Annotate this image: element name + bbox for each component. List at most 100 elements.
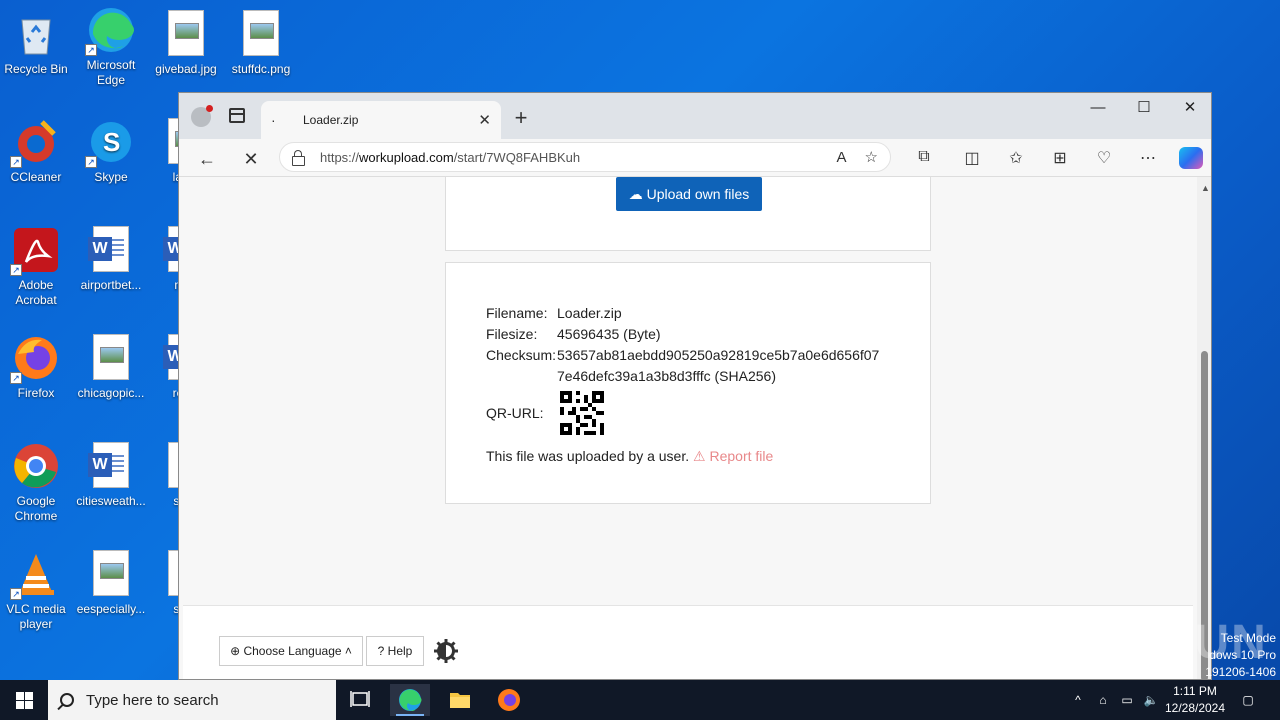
upload-own-files-button[interactable]: ☁ Upload own files bbox=[616, 177, 762, 211]
desktop-icon-label: CCleaner bbox=[10, 170, 62, 184]
choose-language-button[interactable]: ⊕ Choose Language ˄ bbox=[219, 636, 363, 666]
tab-title: Loader.zip bbox=[303, 113, 359, 127]
upload-card: ☁ Upload own files bbox=[445, 177, 931, 251]
desktop-icon-edge[interactable]: ↗ Microsoft Edge bbox=[75, 6, 147, 88]
qr-row: QR-URL: bbox=[486, 390, 892, 436]
image-file-icon bbox=[237, 10, 285, 58]
favorites-icon[interactable]: ✩ bbox=[1005, 148, 1027, 168]
word-document-icon: W bbox=[87, 442, 135, 490]
uploaded-by-text: This file was uploaded by a user. ⚠ Repo… bbox=[486, 448, 774, 464]
close-window-icon[interactable]: ✕ bbox=[1167, 93, 1211, 123]
help-button[interactable]: ? Help bbox=[366, 636, 424, 666]
checksum-value-line2: 7e46defc39a1a3b8d3fffc (SHA256) bbox=[557, 368, 776, 384]
filesize-value: 45696435 (Byte) bbox=[557, 326, 661, 342]
desktop-icon-skype[interactable]: S ↗ Skype bbox=[75, 118, 147, 185]
report-file-link[interactable]: ⚠ Report file bbox=[693, 448, 773, 464]
back-icon[interactable]: ← bbox=[195, 147, 219, 171]
file-info-card: Filename: Loader.zip Filesize: 45696435 … bbox=[445, 262, 931, 504]
checksum-row: Checksum: 53657ab81aebdd905250a92819ce5b… bbox=[486, 345, 892, 366]
taskbar-clock[interactable]: 1:11 PM 12/28/2024 bbox=[1160, 683, 1230, 717]
image-file-icon bbox=[87, 550, 135, 598]
maximize-icon[interactable]: ☐ bbox=[1121, 93, 1167, 123]
svg-text:S: S bbox=[103, 127, 120, 157]
acrobat-icon: ↗ bbox=[10, 226, 60, 276]
desktop-icon-label: givebad.jpg bbox=[155, 62, 217, 76]
desktop-icon-firefox[interactable]: ↗ Firefox bbox=[0, 334, 72, 401]
qr-code-image bbox=[560, 391, 604, 435]
read-aloud-icon[interactable]: A bbox=[837, 149, 847, 166]
split-screen-icon[interactable]: ◫ bbox=[961, 148, 983, 168]
desktop-icon-label: Adobe Acrobat bbox=[15, 278, 57, 307]
volume-icon[interactable]: 🔈 bbox=[1142, 680, 1160, 720]
filesize-label: Filesize: bbox=[486, 326, 538, 342]
start-button[interactable] bbox=[0, 680, 48, 720]
more-menu-icon[interactable]: ⋯ bbox=[1137, 148, 1159, 168]
filename-value: Loader.zip bbox=[557, 305, 622, 321]
desktop-icon-airportbet[interactable]: W airportbet... bbox=[75, 226, 147, 293]
tab-loader-zip[interactable]: · Loader.zip ✕ bbox=[261, 101, 501, 139]
browser-essentials-icon[interactable]: ♡ bbox=[1093, 148, 1115, 168]
network-icon[interactable]: ▭ bbox=[1118, 680, 1136, 720]
browser-window: · Loader.zip ✕ + — ☐ ✕ ← ✕ https://worku… bbox=[178, 92, 1212, 680]
new-tab-icon[interactable]: + bbox=[509, 105, 533, 131]
desktop-icon-vlc[interactable]: ↗ VLC media player bbox=[0, 550, 72, 632]
checksum-row-2: 7e46defc39a1a3b8d3fffc (SHA256) bbox=[486, 366, 892, 387]
checksum-label: Checksum: bbox=[486, 347, 557, 363]
desktop-icon-label: Recycle Bin bbox=[4, 62, 68, 76]
lock-icon[interactable] bbox=[292, 150, 305, 166]
page-scrollbar[interactable]: ▲ bbox=[1197, 177, 1211, 679]
favorite-star-icon[interactable]: ☆ bbox=[865, 148, 878, 166]
desktop-icon-label: Skype bbox=[94, 170, 128, 184]
desktop-icon-label: VLC media player bbox=[6, 602, 66, 631]
tab-actions-icon[interactable] bbox=[229, 108, 245, 123]
desktop-icon-label: citiesweath... bbox=[76, 494, 146, 508]
edge-taskbar-icon[interactable] bbox=[390, 684, 430, 716]
desktop-icon-recycle-bin[interactable]: Recycle Bin bbox=[0, 10, 72, 77]
word-document-icon: W bbox=[87, 226, 135, 274]
theme-toggle-icon[interactable] bbox=[433, 638, 459, 664]
recycle-bin-icon bbox=[12, 10, 60, 58]
firefox-taskbar-icon[interactable] bbox=[489, 684, 529, 716]
tab-bar: · Loader.zip ✕ + — ☐ ✕ bbox=[179, 93, 1211, 139]
scroll-up-icon[interactable]: ▲ bbox=[1201, 183, 1210, 193]
taskbar: Type here to search ^ ⌂ ▭ 🔈 1:11 PM 12/2… bbox=[0, 680, 1280, 720]
image-file-icon bbox=[162, 10, 210, 58]
desktop-icon-givebad[interactable]: givebad.jpg bbox=[150, 10, 222, 77]
profile-icon[interactable] bbox=[191, 105, 213, 127]
cloud-upload-icon: ☁ bbox=[628, 186, 643, 202]
desktop-icon-eespecially[interactable]: eespecially... bbox=[75, 550, 147, 617]
tab-close-icon[interactable]: ✕ bbox=[478, 111, 491, 129]
stop-loading-icon[interactable]: ✕ bbox=[239, 147, 263, 171]
desktop-icon-label: Firefox bbox=[17, 386, 55, 400]
minimize-icon[interactable]: — bbox=[1075, 93, 1121, 123]
notifications-icon[interactable]: ▢ bbox=[1236, 680, 1260, 720]
desktop-icon-chrome[interactable]: Google Chrome bbox=[0, 442, 72, 524]
test-mode-text: Test Mode dows 10 Pro 191206-1406 bbox=[1205, 631, 1276, 679]
language-icon: ⊕ bbox=[230, 644, 241, 658]
desktop-icon-stuffdc[interactable]: stuffdc.png bbox=[225, 10, 297, 77]
extensions-icon[interactable]: ⧉ bbox=[913, 148, 935, 166]
clock-date: 12/28/2024 bbox=[1164, 701, 1226, 715]
search-icon bbox=[60, 693, 74, 707]
desktop-icon-label: eespecially... bbox=[76, 602, 146, 616]
url-text: https://workupload.com/start/7WQ8FAHBKuh bbox=[320, 149, 581, 165]
collections-icon[interactable]: ⊞ bbox=[1049, 148, 1071, 168]
desktop-icon-chicagopic[interactable]: chicagopic... bbox=[75, 334, 147, 401]
image-file-icon bbox=[87, 334, 135, 382]
copilot-icon[interactable] bbox=[1179, 147, 1203, 169]
taskbar-search-box[interactable]: Type here to search bbox=[48, 680, 336, 720]
desktop-icon-acrobat[interactable]: ↗ Adobe Acrobat bbox=[0, 226, 72, 308]
url-field[interactable]: https://workupload.com/start/7WQ8FAHBKuh… bbox=[279, 142, 891, 172]
desktop-icon-label: Microsoft Edge bbox=[86, 58, 136, 87]
search-placeholder: Type here to search bbox=[86, 691, 219, 709]
desktop-icon-label: chicagopic... bbox=[77, 386, 145, 400]
desktop-icon-citiesweath[interactable]: W citiesweath... bbox=[75, 442, 147, 509]
tray-chevron-icon[interactable]: ^ bbox=[1070, 680, 1086, 720]
task-view-icon[interactable] bbox=[340, 684, 380, 716]
file-explorer-icon[interactable] bbox=[440, 684, 480, 716]
loading-icon: · bbox=[271, 112, 276, 128]
skype-icon: S ↗ bbox=[85, 118, 135, 168]
tray-device-icon[interactable]: ⌂ bbox=[1094, 680, 1112, 720]
desktop-icon-ccleaner[interactable]: ↗ CCleaner bbox=[0, 118, 72, 185]
page-viewport: ☁ Upload own files Filename: Loader.zip … bbox=[179, 177, 1197, 679]
